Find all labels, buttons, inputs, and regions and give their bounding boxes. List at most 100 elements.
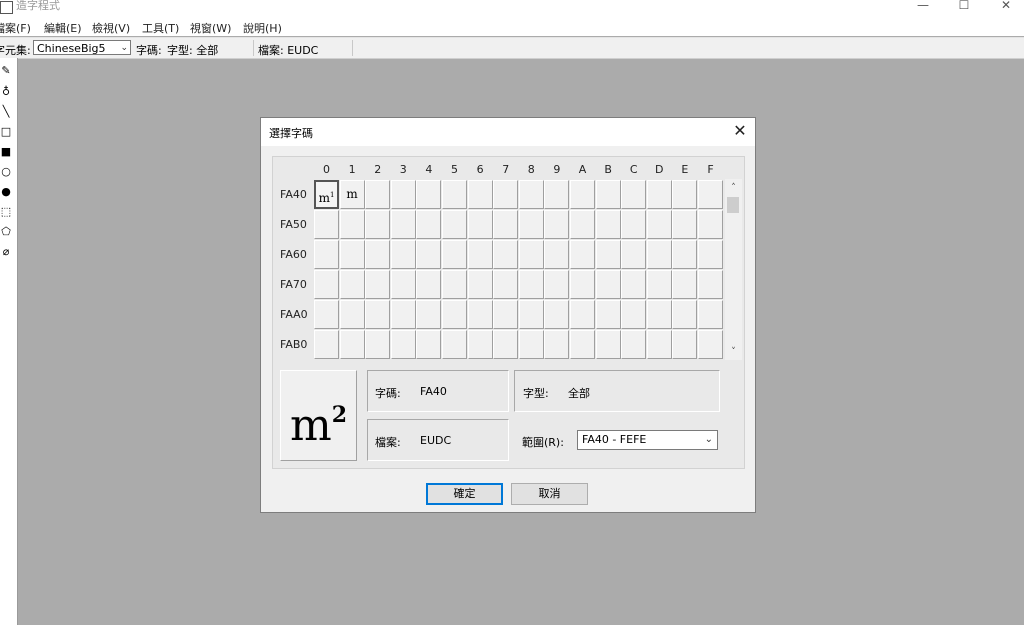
code-cell[interactable]	[570, 330, 595, 359]
code-cell[interactable]	[646, 300, 672, 329]
code-cell[interactable]	[698, 180, 723, 209]
code-cell[interactable]: m1	[314, 180, 339, 209]
code-cell[interactable]	[595, 240, 621, 269]
code-cell[interactable]	[544, 300, 570, 329]
code-cell[interactable]	[544, 270, 570, 299]
code-cell[interactable]	[544, 330, 570, 359]
code-cell[interactable]	[646, 330, 672, 359]
code-cell[interactable]	[544, 240, 570, 269]
code-cell[interactable]	[698, 300, 723, 329]
code-cell[interactable]	[442, 210, 467, 239]
code-cell[interactable]	[442, 240, 467, 269]
code-cell[interactable]	[314, 270, 339, 299]
code-cell[interactable]	[698, 240, 723, 269]
code-cell[interactable]	[467, 330, 493, 359]
brush-icon[interactable]: ♁	[0, 85, 12, 99]
minimize-button[interactable]: —	[908, 0, 938, 16]
code-cell[interactable]	[621, 300, 647, 329]
code-cell[interactable]	[621, 270, 647, 299]
code-cell[interactable]	[339, 330, 365, 359]
eraser-icon[interactable]: ⌀	[0, 245, 12, 259]
filled-rectangle-icon[interactable]: ■	[0, 145, 12, 159]
code-cell[interactable]	[672, 180, 698, 209]
code-cell[interactable]	[442, 300, 467, 329]
code-cell[interactable]	[365, 330, 391, 359]
code-cell[interactable]	[698, 210, 723, 239]
filled-ellipse-icon[interactable]: ●	[0, 185, 12, 199]
code-cell[interactable]	[646, 210, 672, 239]
code-cell[interactable]	[493, 180, 519, 209]
cancel-button[interactable]: 取消	[511, 483, 588, 505]
menu-view[interactable]: 檢視(V)	[92, 20, 130, 36]
code-cell[interactable]	[467, 240, 493, 269]
code-cell[interactable]	[595, 330, 621, 359]
code-cell[interactable]	[442, 180, 467, 209]
menu-tools[interactable]: 工具(T)	[142, 20, 179, 36]
code-cell[interactable]	[646, 180, 672, 209]
scroll-up-icon[interactable]: ˄	[725, 181, 742, 195]
hollow-ellipse-icon[interactable]: ○	[0, 165, 12, 179]
code-cell[interactable]	[339, 300, 365, 329]
code-cell[interactable]	[390, 180, 416, 209]
hollow-rectangle-icon[interactable]: □	[0, 125, 12, 139]
close-icon[interactable]: ✕	[729, 121, 751, 141]
charset-dropdown[interactable]: ChineseBig5 ⌄	[33, 40, 131, 55]
code-cell[interactable]	[570, 180, 595, 209]
code-cell[interactable]	[416, 300, 442, 329]
code-cell[interactable]	[416, 330, 442, 359]
code-cell[interactable]	[570, 270, 595, 299]
code-cell[interactable]	[339, 270, 365, 299]
code-cell[interactable]	[621, 240, 647, 269]
code-cell[interactable]	[595, 270, 621, 299]
range-dropdown[interactable]: FA40 - FEFE ⌄	[577, 430, 718, 450]
grid-scrollbar[interactable]: ˄ ˅	[725, 179, 742, 360]
code-cell[interactable]	[416, 210, 442, 239]
code-cell[interactable]	[544, 210, 570, 239]
scroll-down-icon[interactable]: ˅	[725, 345, 742, 359]
code-cell[interactable]	[518, 330, 544, 359]
code-cell[interactable]	[467, 300, 493, 329]
code-cell[interactable]	[442, 270, 467, 299]
code-cell[interactable]	[390, 210, 416, 239]
code-cell[interactable]	[621, 180, 647, 209]
code-cell[interactable]	[442, 330, 467, 359]
code-cell[interactable]	[390, 330, 416, 359]
code-cell[interactable]	[390, 300, 416, 329]
code-cell[interactable]	[416, 240, 442, 269]
code-cell[interactable]	[570, 300, 595, 329]
ok-button[interactable]: 確定	[426, 483, 503, 505]
code-cell[interactable]	[416, 270, 442, 299]
code-cell[interactable]	[672, 270, 698, 299]
code-cell[interactable]	[314, 240, 339, 269]
code-cell[interactable]	[646, 240, 672, 269]
code-cell[interactable]	[570, 210, 595, 239]
code-cell[interactable]	[365, 270, 391, 299]
code-cell[interactable]	[595, 180, 621, 209]
code-cell[interactable]	[390, 270, 416, 299]
code-cell[interactable]	[339, 210, 365, 239]
code-cell[interactable]	[518, 240, 544, 269]
code-cell[interactable]	[339, 240, 365, 269]
rect-select-icon[interactable]: ⬚	[0, 205, 12, 219]
code-cell[interactable]	[646, 270, 672, 299]
code-cell[interactable]	[493, 300, 519, 329]
code-cell[interactable]	[493, 270, 519, 299]
close-window-button[interactable]: ✕	[991, 0, 1021, 16]
code-cell[interactable]	[467, 210, 493, 239]
code-cell[interactable]	[672, 210, 698, 239]
code-cell[interactable]	[314, 210, 339, 239]
code-cell[interactable]	[314, 300, 339, 329]
freeform-select-icon[interactable]: ⬠	[0, 225, 12, 239]
line-icon[interactable]: ╲	[0, 105, 12, 119]
code-cell[interactable]	[570, 240, 595, 269]
code-cell[interactable]	[672, 240, 698, 269]
code-cell[interactable]	[365, 180, 391, 209]
code-cell[interactable]	[595, 210, 621, 239]
code-cell[interactable]	[518, 180, 544, 209]
pencil-icon[interactable]: ✎	[0, 64, 12, 78]
code-cell[interactable]	[672, 300, 698, 329]
code-cell[interactable]	[493, 240, 519, 269]
code-cell[interactable]	[467, 270, 493, 299]
code-cell[interactable]	[698, 330, 723, 359]
code-cell[interactable]	[518, 210, 544, 239]
